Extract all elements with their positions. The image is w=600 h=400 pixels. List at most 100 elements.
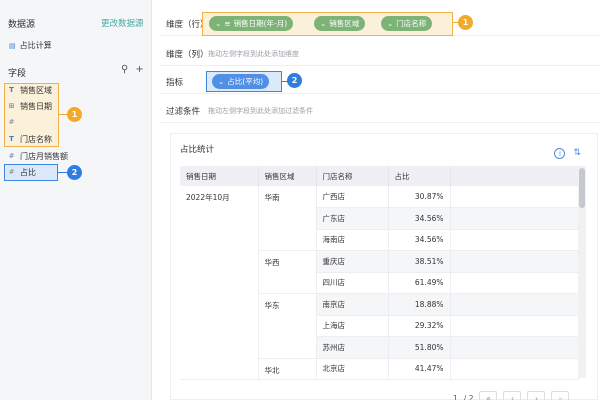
- step-badge-1: 1: [67, 107, 82, 122]
- fields-toolbar: ⚲ +: [121, 64, 144, 75]
- table-cell-store: 广东店: [316, 207, 389, 230]
- field-label: 销售区域: [20, 85, 52, 95]
- chevron-down-icon: ⌄: [218, 77, 225, 86]
- table-cell-region: 华北: [258, 358, 317, 380]
- column-header[interactable]: 门店名称: [316, 166, 389, 186]
- step-badge-2: 2: [67, 165, 82, 180]
- metric-label: 指标: [166, 77, 184, 88]
- dimension-col-hint: 拖动左侧字段到此处添加维度: [208, 49, 299, 58]
- step-badge-1: 1: [458, 15, 473, 30]
- number-type-icon: #: [8, 168, 15, 176]
- text-type-icon: T: [9, 135, 14, 143]
- vertical-scrollbar[interactable]: [578, 166, 586, 378]
- table-cell-empty: [450, 207, 579, 230]
- table-cell-empty: [450, 315, 579, 337]
- change-datasource-link[interactable]: 更改数据源: [101, 17, 144, 29]
- table-card: 占比统计 i ⇅ 销售日期 销售区域 门店名称 占比 2022年10月 华南 广…: [170, 133, 598, 400]
- table-cell-date: 2022年10月: [180, 186, 259, 380]
- total-pages: / 2: [463, 393, 474, 400]
- table-cell-store: 苏州店: [316, 336, 389, 359]
- pill-label: 门店名称: [396, 19, 427, 28]
- info-icon[interactable]: i: [554, 148, 566, 159]
- table-cell-region: 华南: [258, 186, 317, 251]
- table-cell-ratio: 61.49%: [388, 272, 451, 294]
- next-page-icon[interactable]: ›: [527, 391, 546, 400]
- dimension-col-section[interactable]: 维度（列） 拖动左侧字段到此处添加维度: [160, 42, 600, 66]
- fields-heading: 字段: [8, 69, 27, 79]
- table-card-toolbar: i ⇅: [554, 148, 581, 159]
- table-cell-store: 四川店: [316, 272, 389, 294]
- add-icon[interactable]: +: [135, 64, 143, 75]
- column-header[interactable]: 销售日期: [180, 166, 259, 186]
- left-panel: 数据源 更改数据源 ▤ 占比计算 字段 ⚲ + T 销售区域 ⊞ 销售日期 # …: [0, 0, 152, 400]
- pill-sales-date[interactable]: ⌄ ≡ 销售日期(年-月): [209, 16, 294, 31]
- sort-settings-icon[interactable]: ⇅: [573, 148, 581, 159]
- pagination: 1 / 2 « ‹ › »: [453, 391, 570, 400]
- field-item-number[interactable]: #: [8, 116, 20, 128]
- table-cell-ratio: 51.80%: [388, 336, 451, 359]
- filter-label: 过滤条件: [166, 106, 201, 117]
- current-page: 1: [453, 393, 458, 400]
- column-header[interactable]: 销售区域: [258, 166, 317, 186]
- table-row: 2022年10月 华南 广西店 30.87%: [180, 186, 579, 380]
- table-cell-region: 华东: [258, 293, 317, 359]
- field-item-sales-date[interactable]: ⊞ 销售日期: [8, 100, 52, 112]
- datasource-item[interactable]: ▤ 占比计算: [9, 40, 52, 51]
- datasource-item-label: 占比计算: [19, 41, 52, 50]
- number-type-icon: #: [8, 118, 15, 126]
- pill-sales-region[interactable]: ⌄ 销售区域: [314, 16, 366, 31]
- pill-store-name[interactable]: ⌄ 门店名称: [381, 16, 433, 31]
- field-item-store-monthly-sales[interactable]: # 门店月销售额: [8, 150, 68, 162]
- chevron-down-icon: ⌄: [387, 19, 394, 28]
- pill-zhanbi-avg[interactable]: ⌄ 占比(平均): [212, 74, 270, 89]
- sort-icon: ≡: [224, 19, 231, 28]
- table-cell-empty: [450, 358, 579, 380]
- field-item-zhanbi[interactable]: # 占比: [8, 166, 36, 178]
- table-cell-empty: [450, 293, 579, 316]
- table-cell-empty: [450, 186, 579, 208]
- first-page-icon[interactable]: «: [479, 391, 498, 400]
- table-cell-store: 海南店: [316, 229, 389, 251]
- datasource-title: 数据源: [8, 20, 36, 30]
- dimension-row-label: 维度（行）: [166, 19, 209, 30]
- table-cell-store: 北京店: [316, 358, 389, 380]
- table-cell-ratio: 41.47%: [388, 358, 451, 380]
- column-header[interactable]: 占比: [388, 166, 451, 186]
- pill-label: 占比(平均): [227, 77, 264, 86]
- pill-label: 销售日期(年-月): [233, 19, 288, 28]
- number-type-icon: #: [8, 152, 15, 160]
- last-page-icon[interactable]: »: [551, 391, 570, 400]
- table-cell-ratio: 34.56%: [388, 229, 451, 251]
- prev-page-icon[interactable]: ‹: [503, 391, 522, 400]
- callout-line: [58, 172, 67, 173]
- table-cell-store: 上海店: [316, 315, 389, 337]
- field-item-store-name[interactable]: T 门店名称: [8, 133, 52, 145]
- chevron-down-icon: ⌄: [215, 19, 222, 28]
- dimension-col-label: 维度（列）: [166, 49, 209, 60]
- table-cell-store: 重庆店: [316, 250, 389, 273]
- table-cell-store: 南京店: [316, 293, 389, 316]
- table-header-row: 销售日期 销售区域 门店名称 占比: [180, 166, 578, 186]
- field-item-sales-region[interactable]: T 销售区域: [8, 84, 52, 96]
- table-cell-empty: [450, 272, 579, 294]
- table-cell-store: 广西店: [316, 186, 389, 208]
- table-cell-ratio: 29.32%: [388, 315, 451, 337]
- filter-hint: 拖动左侧字段到此处添加过滤条件: [208, 106, 313, 115]
- pill-label: 销售区域: [329, 19, 360, 28]
- dataset-icon: ▤: [9, 41, 16, 50]
- filter-section[interactable]: 过滤条件 拖动左侧字段到此处添加过滤条件: [160, 99, 600, 123]
- field-label: 占比: [20, 167, 36, 177]
- table-cell-ratio: 38.51%: [388, 250, 451, 273]
- search-icon[interactable]: ⚲: [121, 64, 128, 75]
- table-cell-empty: [450, 336, 579, 359]
- scrollbar-thumb[interactable]: [579, 168, 585, 208]
- date-type-icon: ⊞: [8, 102, 15, 110]
- table-cell-empty: [450, 229, 579, 251]
- data-table: 销售日期 销售区域 门店名称 占比 2022年10月 华南 广西店 30.87%…: [180, 166, 579, 380]
- column-header-empty: [450, 166, 578, 186]
- step-badge-2: 2: [287, 73, 302, 88]
- table-cell-empty: [450, 250, 579, 273]
- text-type-icon: T: [9, 86, 14, 94]
- field-label: 门店月销售额: [20, 151, 68, 161]
- table-cell-ratio: 30.87%: [388, 186, 451, 208]
